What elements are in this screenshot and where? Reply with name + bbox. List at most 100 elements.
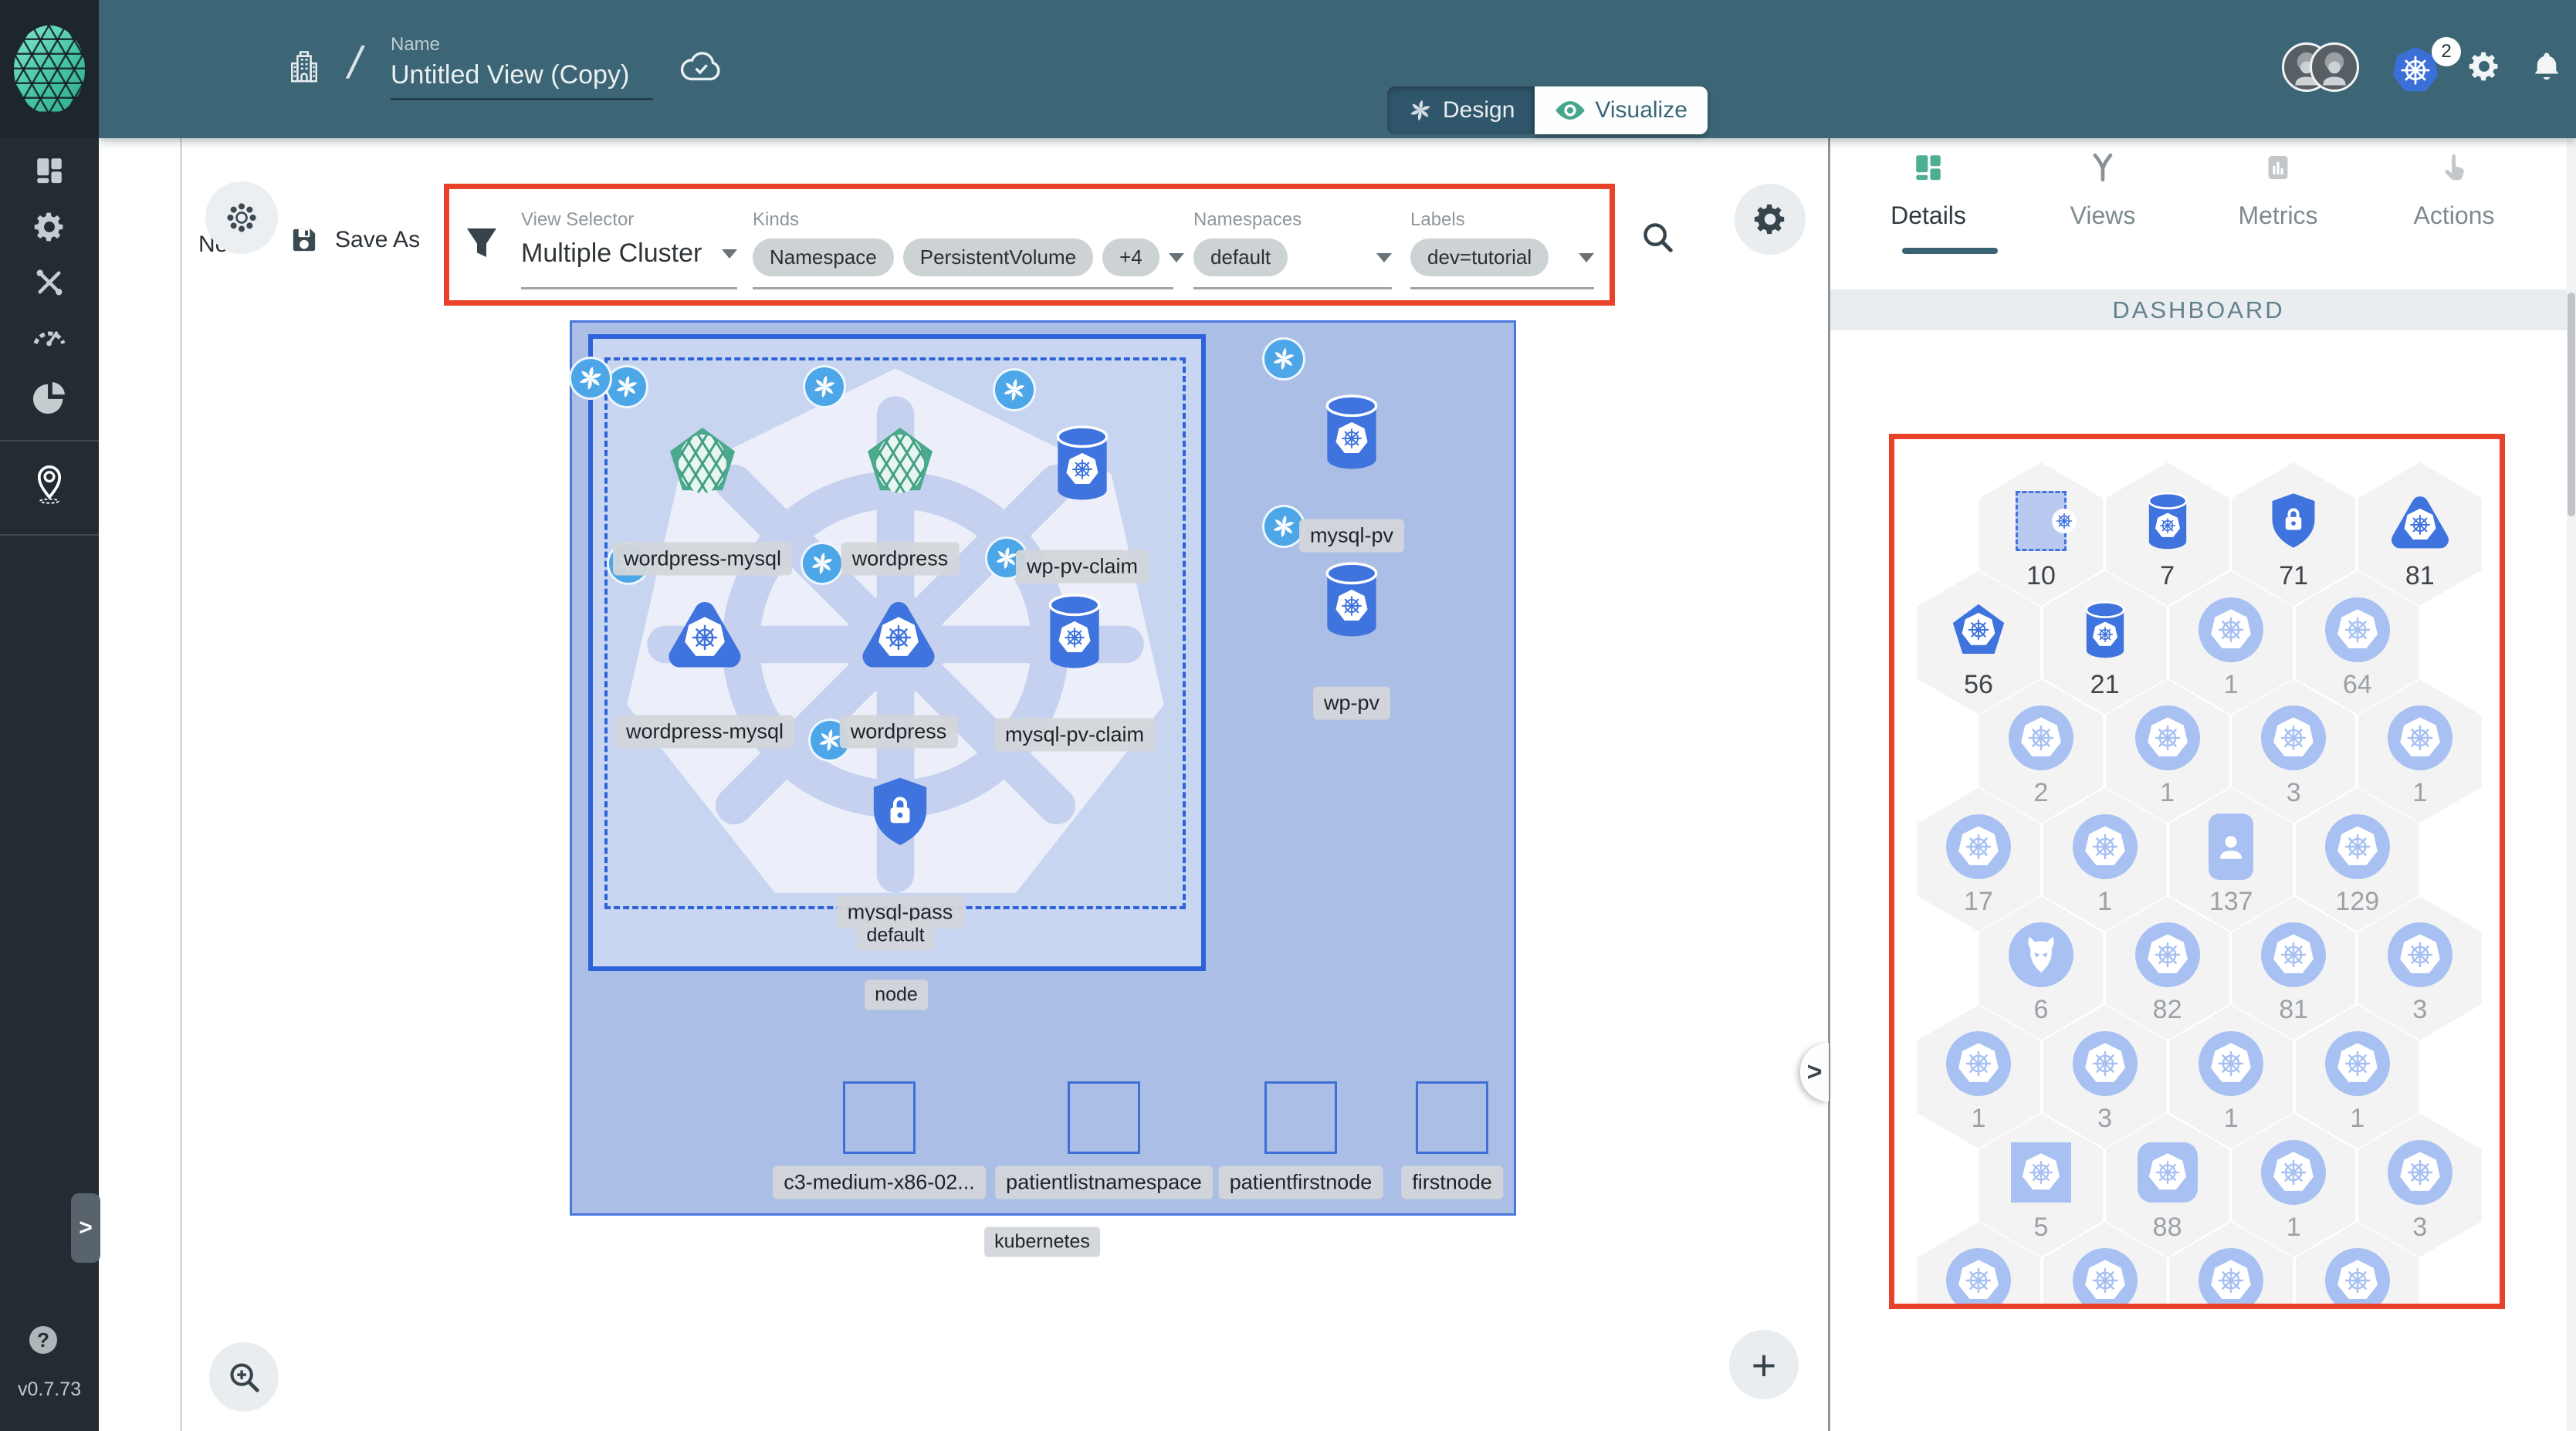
k8s-node-volume[interactable]	[993, 368, 1112, 502]
hexagon-count: 82	[2152, 995, 2182, 1025]
sidebar-divider	[0, 440, 99, 441]
meshery-logo-ball	[14, 25, 85, 113]
tab-actions[interactable]: Actions	[2377, 151, 2531, 230]
labels-field[interactable]: Labels dev=tutorial	[1410, 209, 1594, 289]
collaborator-avatar[interactable]	[2310, 42, 2359, 92]
k8s-node-volume[interactable]	[1262, 505, 1381, 639]
hexagon-count: 56	[1964, 669, 1993, 699]
hexagon-count: 3	[2097, 1104, 2113, 1133]
tab-visualize[interactable]: Visualize	[1535, 86, 1708, 134]
design-label: Design	[1443, 97, 1515, 123]
zoom-in-button[interactable]	[209, 1342, 279, 1412]
organization-icon[interactable]	[286, 43, 322, 91]
save-as-label: Save As	[335, 227, 421, 252]
k8s-node-volume[interactable]	[985, 536, 1104, 671]
empty-node-square[interactable]	[1416, 1081, 1488, 1154]
panel-scrollbar[interactable]	[2567, 138, 2576, 1431]
sidebar-item-kanvas[interactable]	[0, 460, 99, 505]
hexagon-count: 1	[2160, 778, 2175, 808]
meshery-app: / Name Design Visualize 2	[0, 0, 2576, 1431]
version-label: v0.7.73	[17, 1379, 81, 1400]
namespace-label: default	[856, 920, 935, 951]
filter-chip[interactable]: +4	[1102, 238, 1159, 276]
canvas-settings-button[interactable]	[1735, 184, 1806, 255]
hexagon-count: 71	[2279, 561, 2309, 590]
k8s-node-secret[interactable]	[808, 719, 932, 850]
empty-node-square[interactable]	[1068, 1081, 1140, 1154]
sidebar-expander[interactable]: >	[71, 1193, 100, 1263]
actions-hand-icon	[2377, 151, 2531, 184]
hexagon-count: 64	[2342, 669, 2372, 699]
hexagon-count: 10	[2026, 561, 2056, 590]
hexagon-count: 129	[2335, 886, 2380, 916]
node-name-label: wordpress-mysql	[612, 542, 793, 576]
view-selector-field[interactable]: View Selector Multiple Cluster	[521, 209, 737, 289]
tab-details[interactable]: Details	[1851, 151, 2006, 254]
namespaces-field[interactable]: Namespaces default	[1193, 209, 1392, 289]
hexagon-count: 1	[2350, 1104, 2365, 1133]
panel-divider	[1828, 138, 1830, 1431]
hexagon-count: 7	[2160, 561, 2175, 590]
hexagon-count: 81	[2405, 561, 2435, 590]
search-icon[interactable]	[1640, 219, 1675, 255]
new-button[interactable]	[205, 181, 278, 254]
hexagon-count: 17	[1964, 886, 1993, 916]
sidebar-item-performance[interactable]	[0, 321, 99, 347]
tab-design[interactable]: Design	[1387, 86, 1535, 134]
sidebar-item-configuration[interactable]	[0, 266, 99, 299]
cloud-sync-icon	[679, 51, 723, 82]
view-selector-value: Multiple Cluster	[521, 238, 702, 268]
node-name-label: wordpress	[841, 542, 960, 576]
chevron-down-icon[interactable]	[1376, 252, 1392, 262]
chevron-down-icon[interactable]	[1579, 252, 1594, 262]
notifications-bell-icon[interactable]	[2530, 49, 2563, 83]
add-node-button[interactable]: +	[1729, 1330, 1799, 1399]
chevron-down-icon[interactable]	[722, 249, 737, 259]
hexagon-count: 1	[1971, 1104, 1986, 1133]
chevron-down-icon[interactable]	[1168, 252, 1184, 262]
kinds-field[interactable]: Kinds Namespace PersistentVolume +4	[753, 209, 1184, 289]
node-name-label: patientlistnamespace	[995, 1165, 1213, 1199]
filter-chip[interactable]: default	[1193, 238, 1288, 276]
tab-metrics[interactable]: Metrics	[2201, 151, 2355, 230]
k8s-node-deployment[interactable]	[801, 542, 936, 668]
node-name-label: mysql-pv	[1298, 519, 1405, 553]
filter-chip[interactable]: dev=tutorial	[1410, 238, 1549, 276]
node-name-label: mysql-pv-claim	[994, 718, 1156, 752]
filter-chip[interactable]: PersistentVolume	[902, 238, 1094, 276]
hexagon-count: 6	[2033, 995, 2049, 1025]
node-name-label: wordpress-mysql	[614, 715, 795, 749]
hexagon-count: 1	[2412, 778, 2428, 808]
settings-gear-icon[interactable]	[2467, 49, 2501, 83]
k8s-node-deployment[interactable]	[607, 542, 743, 668]
view-selector-label: View Selector	[521, 209, 635, 230]
filter-chip[interactable]: Namespace	[753, 238, 894, 276]
scrollbar-thumb[interactable]	[2568, 293, 2575, 516]
hexagon-count: 3	[2286, 778, 2301, 808]
sidebar-item-extensions[interactable]	[0, 380, 99, 415]
k8s-node-volume[interactable]	[1262, 337, 1381, 472]
floppy-icon	[289, 225, 320, 255]
sidebar-item-dashboard[interactable]	[0, 154, 99, 187]
help-button[interactable]: ?	[29, 1326, 57, 1354]
meshery-badge-icon	[569, 357, 612, 400]
cluster-label: kubernetes	[984, 1226, 1100, 1257]
hexagon-count: 1	[2223, 1104, 2239, 1133]
empty-node-square[interactable]	[843, 1081, 916, 1154]
collapse-panel-chevron[interactable]: >	[1800, 1043, 1829, 1101]
details-panel: Details Views Metrics Actions DASHBOARD …	[1830, 138, 2576, 1431]
view-name-input[interactable]	[391, 59, 653, 100]
node-name-label: wordpress	[839, 715, 958, 749]
k8s-node-service[interactable]	[803, 365, 937, 499]
k8s-node-service[interactable]	[605, 365, 740, 499]
hexagon-count: 1	[2223, 669, 2239, 699]
meshery-logo[interactable]	[0, 0, 99, 138]
tab-views[interactable]: Views	[2026, 151, 2180, 230]
hexagon-count: 1	[2286, 1212, 2301, 1242]
sidebar-item-lifecycle[interactable]	[0, 210, 99, 244]
save-as-button[interactable]: Save As	[289, 225, 420, 255]
visualize-eye-icon	[1555, 100, 1586, 120]
filter-funnel-icon[interactable]	[463, 225, 500, 262]
active-tab-underline	[1902, 248, 1998, 254]
empty-node-square[interactable]	[1264, 1081, 1337, 1154]
